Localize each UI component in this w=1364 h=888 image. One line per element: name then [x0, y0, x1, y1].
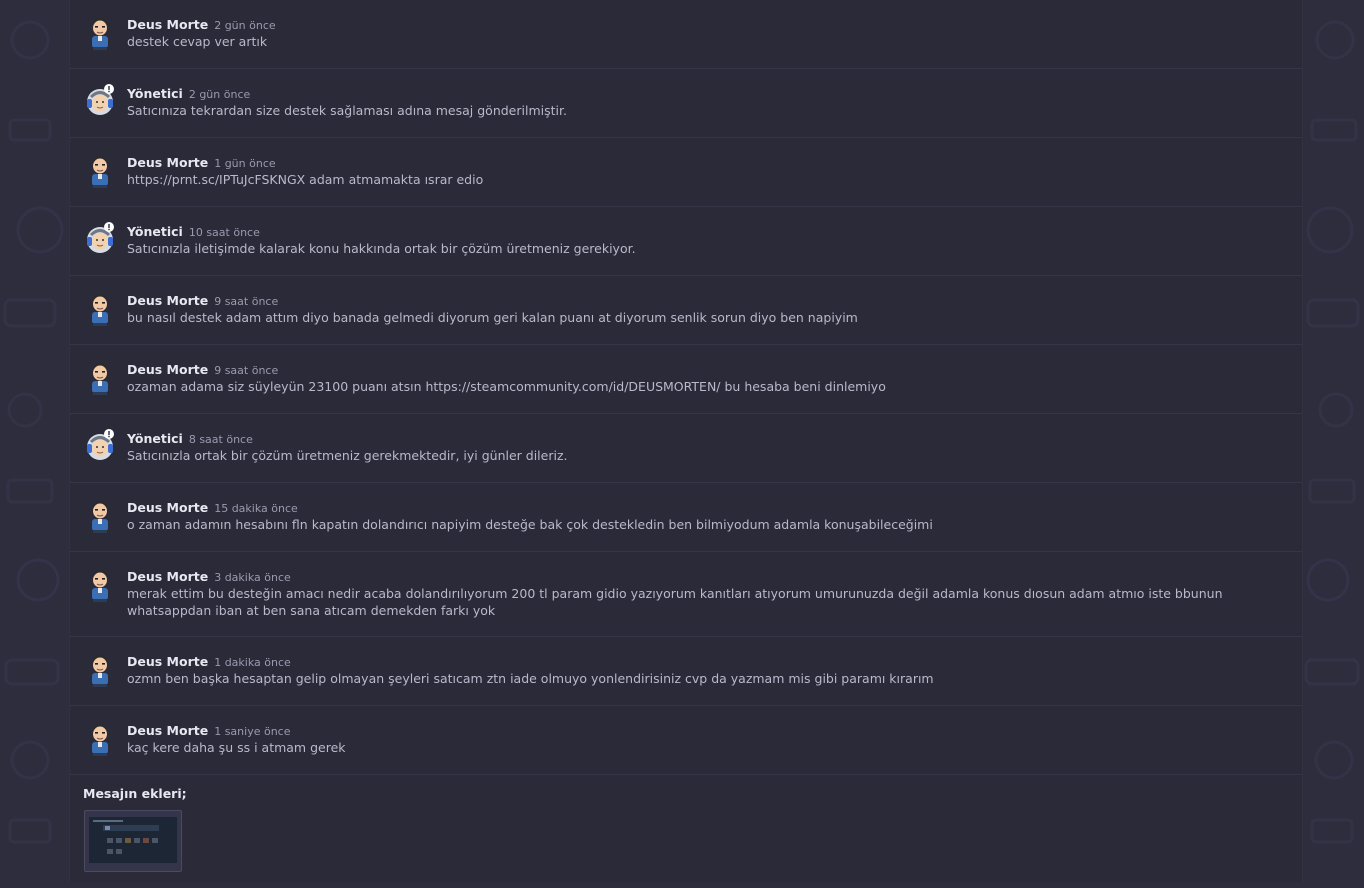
message-meta: Deus Morte 9 saat önce — [127, 290, 278, 309]
message-text: o zaman adamın hesabını fln kapatın dola… — [127, 517, 933, 532]
message-time: 10 saat önce — [188, 226, 260, 239]
message-meta: Deus Morte 3 dakika önce — [127, 566, 291, 585]
message-meta: Deus Morte 2 gün önce — [127, 14, 276, 33]
message-text: Satıcınızla iletişimde kalarak konu hakk… — [127, 241, 636, 256]
attachment-thumbnail[interactable] — [84, 810, 182, 872]
message-author: Deus Morte — [127, 500, 209, 515]
message-author: Yönetici — [127, 431, 183, 446]
support-thread-panel: Deus Morte 2 gün önce destek cevap ver ar… — [69, 0, 1303, 882]
message-time: 15 dakika önce — [214, 502, 298, 515]
message-meta: Deus Morte 1 saniye önce — [127, 720, 291, 739]
message-item: Deus Morte 9 saat önce ozaman adama siz s… — [70, 345, 1302, 414]
message-text: ozmn ben başka hesaptan gelip olmayan şe… — [127, 671, 934, 686]
message-text: Satıcınızla ortak bir çözüm üretmeniz ge… — [127, 448, 568, 463]
message-author: Yönetici — [127, 86, 183, 101]
message-item: Yönetici 10 saat önce Satıcınızla iletişi… — [70, 207, 1302, 276]
message-text: destek cevap ver artık — [127, 34, 268, 49]
message-text: https://prnt.sc/IPTuJcFSKNGX adam atmama… — [127, 172, 484, 187]
message-author: Yönetici — [127, 224, 183, 239]
message-list: Deus Morte 2 gün önce destek cevap ver ar… — [70, 0, 1302, 775]
message-meta: Yönetici 8 saat önce — [127, 428, 253, 447]
attachment-screenshot-image — [89, 817, 177, 863]
message-author: Deus Morte — [127, 654, 209, 669]
message-time: 9 saat önce — [214, 295, 279, 308]
user-avatar-icon — [84, 497, 116, 533]
message-text: merak ettim bu desteğin amacı nedir acab… — [127, 586, 1223, 618]
message-item: Yönetici 8 saat önce Satıcınızla ortak bi… — [70, 414, 1302, 483]
user-avatar-icon — [84, 566, 116, 602]
user-avatar-icon — [84, 14, 116, 50]
message-text: Satıcınıza tekrardan size destek sağlama… — [127, 103, 567, 118]
user-avatar-icon — [84, 651, 116, 687]
attachments-title: Mesajın ekleri; — [83, 786, 187, 801]
message-time: 3 dakika önce — [214, 571, 291, 584]
message-time: 9 saat önce — [214, 364, 279, 377]
message-meta: Yönetici 10 saat önce — [127, 221, 260, 240]
user-avatar-icon — [84, 720, 116, 756]
message-text: bu nasıl destek adam attım diyo banada g… — [127, 310, 858, 325]
message-meta: Deus Morte 1 dakika önce — [127, 651, 291, 670]
message-author: Deus Morte — [127, 723, 209, 738]
message-item: Deus Morte 1 saniye önce kaç kere daha şu… — [70, 706, 1302, 775]
message-author: Deus Morte — [127, 569, 209, 584]
message-item: Deus Morte 15 dakika önce o zaman adamın … — [70, 483, 1302, 552]
admin-avatar-icon — [84, 83, 116, 119]
message-author: Deus Morte — [127, 293, 209, 308]
message-time: 8 saat önce — [188, 433, 253, 446]
message-meta: Deus Morte 1 gün önce — [127, 152, 276, 171]
admin-avatar-icon — [84, 221, 116, 257]
message-text: ozaman adama siz süyleyün 23100 puanı at… — [127, 379, 886, 394]
message-item: Deus Morte 3 dakika önce merak ettim bu d… — [70, 552, 1302, 637]
message-time: 1 saniye önce — [214, 725, 291, 738]
message-time: 1 dakika önce — [214, 656, 291, 669]
message-author: Deus Morte — [127, 155, 209, 170]
message-item: Deus Morte 2 gün önce destek cevap ver ar… — [70, 0, 1302, 69]
message-item: Deus Morte 1 gün önce https://prnt.sc/IPT… — [70, 138, 1302, 207]
message-text: kaç kere daha şu ss i atmam gerek — [127, 740, 346, 755]
message-item: Yönetici 2 gün önce Satıcınıza tekrardan … — [70, 69, 1302, 138]
message-time: 2 gün önce — [188, 88, 251, 101]
message-author: Deus Morte — [127, 362, 209, 377]
message-meta: Yönetici 2 gün önce — [127, 83, 250, 102]
user-avatar-icon — [84, 290, 116, 326]
message-time: 1 gün önce — [214, 157, 276, 170]
admin-avatar-icon — [84, 428, 116, 464]
message-time: 2 gün önce — [214, 19, 276, 32]
message-meta: Deus Morte 15 dakika önce — [127, 497, 298, 516]
message-item: Deus Morte 9 saat önce bu nasıl destek ad… — [70, 276, 1302, 345]
user-avatar-icon — [84, 152, 116, 188]
message-item: Deus Morte 1 dakika önce ozmn ben başka h… — [70, 637, 1302, 706]
message-meta: Deus Morte 9 saat önce — [127, 359, 278, 378]
message-author: Deus Morte — [127, 17, 209, 32]
user-avatar-icon — [84, 359, 116, 395]
